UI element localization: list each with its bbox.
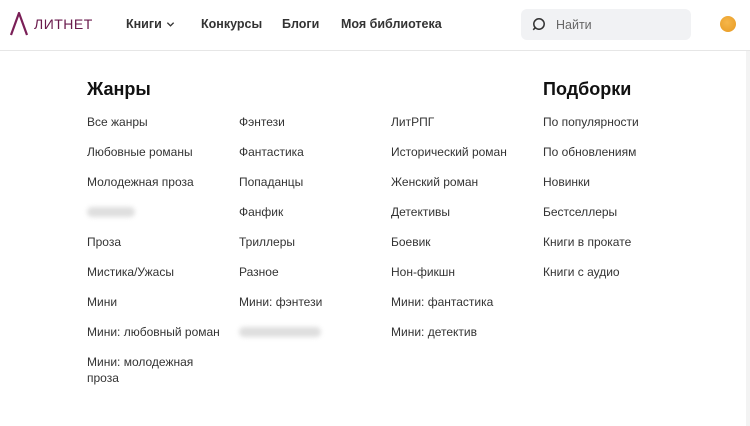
search-icon — [532, 17, 545, 30]
genres-column-2: Фэнтези Фантастика Попаданцы Фанфик Трил… — [239, 114, 322, 354]
blurred-genre-link[interactable] — [87, 204, 220, 220]
blurred-genre-link[interactable] — [239, 324, 322, 340]
scrollbar[interactable] — [746, 51, 750, 426]
nav-my-library[interactable]: Моя библиотека — [341, 17, 442, 31]
genre-link[interactable]: Мини: любовный роман — [87, 324, 220, 340]
search-input[interactable] — [554, 16, 678, 33]
genre-link[interactable]: Боевик — [391, 234, 507, 250]
collection-link[interactable]: Бестселлеры — [543, 204, 639, 220]
genre-link[interactable]: Фантастика — [239, 144, 322, 160]
logo-text: ЛИТНЕТ — [34, 16, 93, 32]
nav-books[interactable]: Книги — [126, 17, 175, 31]
logo-icon — [9, 12, 29, 36]
collection-link[interactable]: Книги в прокате — [543, 234, 639, 250]
search-box[interactable] — [521, 9, 691, 40]
genre-link[interactable]: Все жанры — [87, 114, 220, 130]
collections-heading: Подборки — [543, 79, 632, 99]
genre-link[interactable]: Женский роман — [391, 174, 507, 190]
nav-blogs[interactable]: Блоги — [282, 17, 319, 31]
genre-link[interactable]: Любовные романы — [87, 144, 220, 160]
genre-link[interactable]: Мини: детектив — [391, 324, 507, 340]
genre-link[interactable]: Мини — [87, 294, 220, 310]
genres-column-3: ЛитРПГ Исторический роман Женский роман … — [391, 114, 507, 354]
collection-link[interactable]: Новинки — [543, 174, 639, 190]
genres-column-1: Все жанры Любовные романы Молодежная про… — [87, 114, 220, 400]
chevron-down-icon — [166, 21, 174, 27]
genre-link[interactable]: Фэнтези — [239, 114, 322, 130]
genre-link[interactable]: Триллеры — [239, 234, 322, 250]
genre-link[interactable]: Мистика/Ужасы — [87, 264, 220, 280]
genres-heading: Жанры — [87, 79, 151, 99]
genre-link[interactable]: Исторический роман — [391, 144, 507, 160]
genre-link[interactable]: Мини: молодежная проза — [87, 354, 217, 386]
avatar[interactable] — [720, 16, 736, 32]
collection-link[interactable]: По обновлениям — [543, 144, 639, 160]
genre-link[interactable]: Детективы — [391, 204, 507, 220]
genre-link[interactable]: Фанфик — [239, 204, 322, 220]
genre-link[interactable]: Мини: фантастика — [391, 294, 507, 310]
nav-contests[interactable]: Конкурсы — [201, 17, 262, 31]
genre-link[interactable]: Мини: фэнтези — [239, 294, 322, 310]
site-logo[interactable]: ЛИТНЕТ — [9, 12, 93, 36]
genre-link[interactable]: ЛитРПГ — [391, 114, 507, 130]
top-header: ЛИТНЕТ Книги Конкурсы Блоги Моя библиоте… — [0, 0, 750, 51]
collection-link[interactable]: Книги с аудио — [543, 264, 639, 280]
genre-link[interactable]: Проза — [87, 234, 220, 250]
genre-link[interactable]: Разное — [239, 264, 322, 280]
nav-books-label: Книги — [126, 17, 162, 31]
collection-link[interactable]: По популярности — [543, 114, 639, 130]
genre-link[interactable]: Нон-фикшн — [391, 264, 507, 280]
genre-link[interactable]: Молодежная проза — [87, 174, 220, 190]
collections-column: По популярности По обновлениям Новинки Б… — [543, 114, 639, 294]
genre-link[interactable]: Попаданцы — [239, 174, 322, 190]
